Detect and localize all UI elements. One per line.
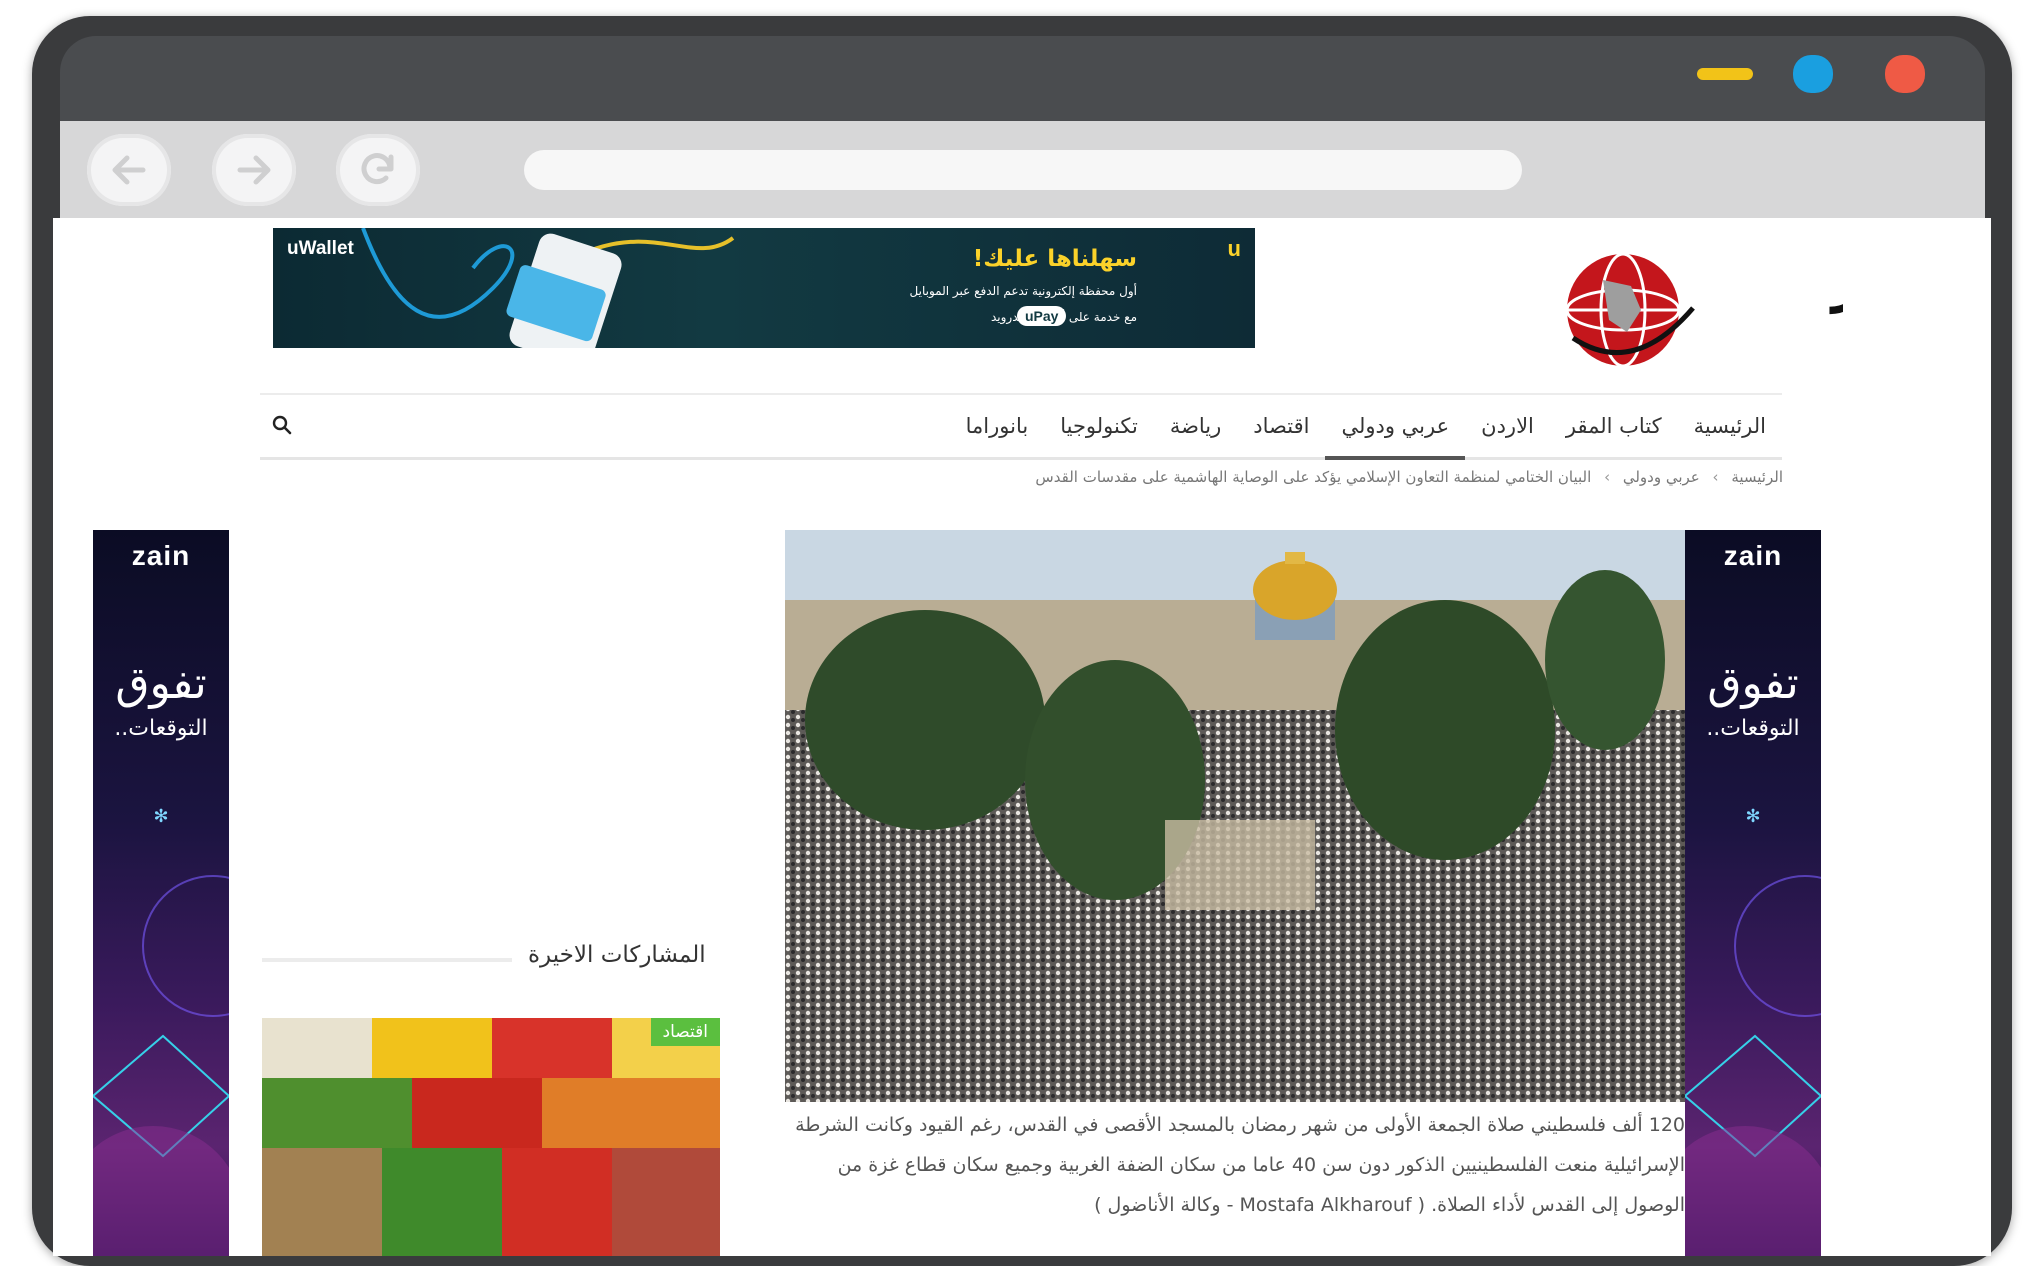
title-bar [60,36,1985,121]
ad-artwork [1685,875,1821,1256]
ad-brand: zain [131,540,191,571]
main-navigation: الرئيسية كتاب المقر الاردن عربي ودولي اق… [260,393,1782,460]
ad-slogan: تفوق [1707,658,1799,709]
globe-logo-icon: المقر [1565,240,1971,368]
ad-slogan: تفوق [115,658,207,709]
banner-upay-badge: uPay [1017,306,1067,326]
uwallet-banner-ad[interactable]: uWallet u سهلناها عليك! أول محفظة إلكترو… [273,228,1255,348]
nav-item-tech[interactable]: تكنولوجيا [1044,395,1154,457]
ad-slogan-2: التوقعات.. [114,716,208,741]
address-bar[interactable] [524,150,1522,190]
maximize-button[interactable] [1793,55,1833,93]
article-hero-image [785,530,1685,1102]
search-icon [272,415,292,435]
recent-post-thumbnail[interactable]: اقتصاد [262,1018,720,1256]
site-logo[interactable]: المقر [1503,218,1971,368]
banner-corner-logo: u [1227,236,1241,261]
zain-skyscraper-ad-left[interactable]: zain تفوق التوقعات.. ✻ [93,530,229,1256]
breadcrumb-separator: › [1712,468,1719,486]
breadcrumb-separator: › [1604,468,1611,486]
recent-posts-title: المشاركات الاخيرة [528,942,706,968]
banner-brand: uWallet [287,238,354,259]
recent-posts-divider [262,958,512,962]
flower-icon: ✻ [153,806,169,827]
search-button[interactable] [272,415,292,439]
zain-skyscraper-ad-right[interactable]: zain تفوق التوقعات.. ✻ [1685,530,1821,1256]
flower-icon: ✻ [1745,806,1761,827]
forward-arrow-icon [237,155,271,185]
nav-item-sports[interactable]: رياضة [1154,395,1237,457]
page-viewport: المقر uWallet u سهلناها عليك! أول محفظة … [53,218,1991,1256]
reload-button[interactable] [336,134,420,206]
nav-item-economy[interactable]: اقتصاد [1237,395,1325,457]
logo-text: المقر [1829,240,1843,315]
banner-headline: سهلناها عليك! [972,246,1137,272]
back-arrow-icon [112,155,146,185]
minimize-button[interactable] [1697,68,1753,80]
breadcrumb-home[interactable]: الرئيسية [1731,468,1783,486]
nav-item-world[interactable]: عربي ودولي [1325,395,1465,460]
category-tag[interactable]: اقتصاد [650,1018,720,1046]
nav-item-writers[interactable]: كتاب المقر [1550,395,1678,457]
close-button[interactable] [1885,55,1925,93]
banner-line-1: أول محفظة إلكترونية تدعم الدفع عبر الموب… [909,284,1137,298]
nav-item-home[interactable]: الرئيسية [1678,395,1782,457]
ad-slogan-2: التوقعات.. [1706,716,1800,741]
nav-item-jordan[interactable]: الاردن [1465,395,1550,457]
breadcrumb-current: البيان الختامي لمنظمة التعاون الإسلامي ي… [1035,468,1592,486]
forward-button[interactable] [212,134,296,206]
ad-artwork [93,875,229,1256]
al-aqsa-crowd-photo [785,530,1685,1102]
breadcrumb-section[interactable]: عربي ودولي [1623,468,1700,486]
nav-item-panorama[interactable]: بانوراما [950,395,1045,457]
back-button[interactable] [87,134,171,206]
reload-icon [361,153,394,185]
vegetables-photo [262,1018,720,1256]
breadcrumb: الرئيسية › عربي ودولي › البيان الختامي ل… [1035,468,1783,486]
article-image-caption: 120 ألف فلسطيني صلاة الجمعة الأولى من شه… [795,1114,1685,1216]
ad-brand: zain [1723,540,1783,571]
